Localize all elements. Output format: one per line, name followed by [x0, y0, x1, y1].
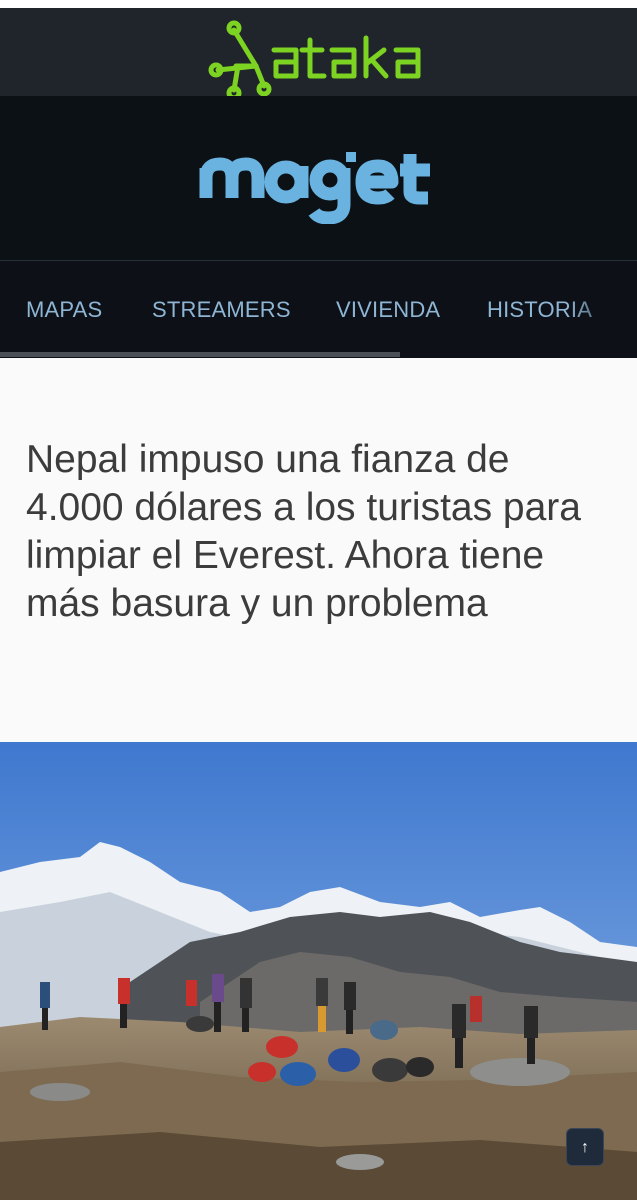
status-strip — [0, 0, 637, 8]
nav-item-mapas[interactable]: MAPAS — [26, 297, 102, 323]
back-to-top-button[interactable]: ↑ — [566, 1128, 604, 1166]
article-headline: Nepal impuso una fianza de 4.000 dólares… — [26, 438, 581, 625]
hero-image — [0, 742, 637, 1200]
magnet-logo[interactable] — [196, 142, 442, 224]
reading-progress-bar — [0, 352, 400, 357]
mountain-photo — [0, 742, 637, 1200]
category-nav: MAPAS STREAMERS VIVIENDA HISTORIA — [0, 260, 637, 358]
nav-item-vivienda[interactable]: VIVIENDA — [336, 297, 440, 323]
nav-item-streamers[interactable]: STREAMERS — [152, 297, 291, 323]
xataka-logo[interactable] — [206, 20, 432, 102]
network-bar — [0, 8, 637, 101]
arrow-up-icon: ↑ — [581, 1139, 589, 1156]
site-header — [0, 96, 637, 260]
article-header: Nepal impuso una fianza de 4.000 dólares… — [0, 358, 637, 742]
nav-item-historia[interactable]: HISTORIA — [487, 297, 592, 323]
